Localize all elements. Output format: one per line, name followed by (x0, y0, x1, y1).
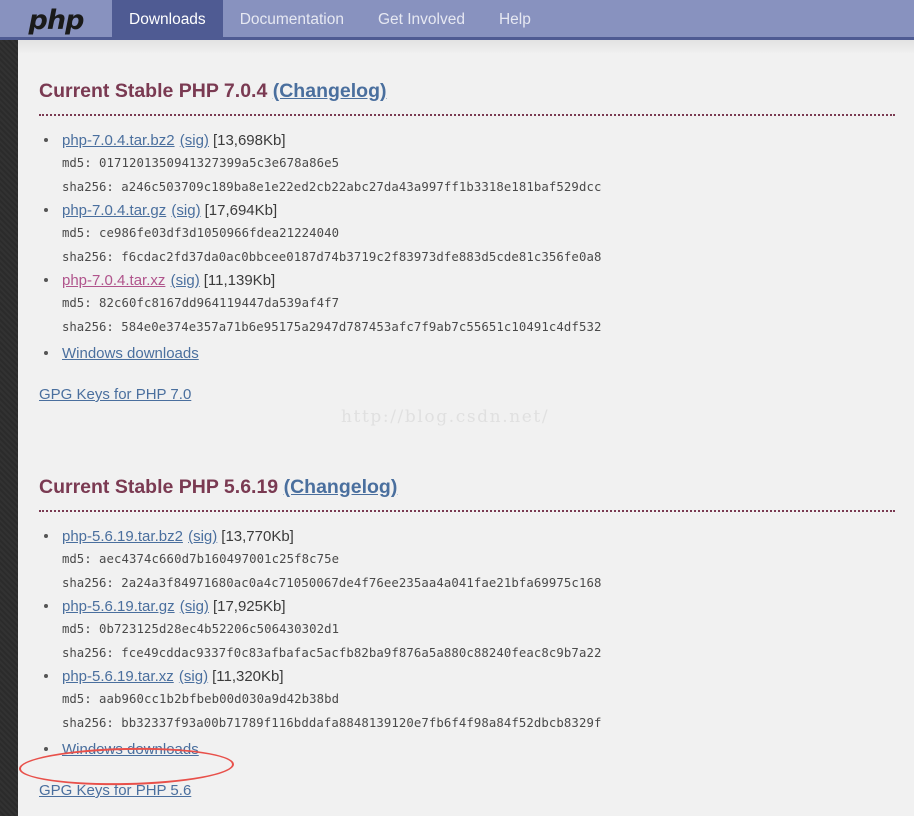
md5-hash-line: md5: ce986fe03df3d1050966fdea21224040 (62, 221, 895, 245)
signature-link-php-5-6-19-tar-xz[interactable]: (sig) (179, 668, 208, 685)
file-line: php-7.0.4.tar.gz (sig) [17,694Kb] (62, 200, 895, 221)
md5-label: md5: (62, 296, 99, 310)
page-content: Current Stable PHP 7.0.4 (Changelog) php… (18, 40, 914, 816)
md5-hash-line: md5: 0b723125d28ec4b52206c506430302d1 (62, 617, 895, 641)
list-item: Windows downloads (39, 343, 895, 364)
php-logo[interactable]: php (0, 0, 112, 40)
section-php-7: Current Stable PHP 7.0.4 (Changelog) php… (39, 80, 895, 404)
md5-label: md5: (62, 622, 99, 636)
sha256-hash-line: sha256: f6cdac2fd37da0ac0bbcee0187d74b37… (62, 245, 895, 269)
heading-text: Current Stable PHP 7.0.4 (39, 80, 273, 102)
md5-hash-line: md5: aab960cc1b2bfbeb00d030a9d42b38bd (62, 687, 895, 711)
md5-label: md5: (62, 692, 99, 706)
file-size: [17,925Kb] (213, 598, 286, 615)
sha256-value: a246c503709c189ba8e1e22ed2cb22abc27da43a… (121, 180, 601, 194)
windows-downloads-link-php-5[interactable]: Windows downloads (62, 741, 199, 758)
nav-tab-downloads[interactable]: Downloads (112, 0, 223, 40)
sha256-value: f6cdac2fd37da0ac0bbcee0187d74b3719c2f839… (121, 250, 601, 264)
download-link-php-5-6-19-tar-xz[interactable]: php-5.6.19.tar.xz (62, 668, 174, 685)
list-item: php-7.0.4.tar.xz (sig)[11,139Kb] md5: 82… (39, 270, 895, 339)
list-item: php-5.6.19.tar.xz (sig)[11,320Kb] md5: a… (39, 666, 895, 735)
file-line: Windows downloads (62, 343, 895, 364)
file-line: php-5.6.19.tar.gz (sig)[17,925Kb] (62, 596, 895, 617)
download-link-php-7-0-4-tar-bz2[interactable]: php-7.0.4.tar.bz2 (62, 132, 175, 149)
sha256-hash-line: sha256: a246c503709c189ba8e1e22ed2cb22ab… (62, 175, 895, 199)
top-navigation-bar: php Downloads Documentation Get Involved… (0, 0, 914, 40)
md5-value: ce986fe03df3d1050966fdea21224040 (99, 226, 339, 240)
md5-hash-line: md5: aec4374c660d7b160497001c25f8c75e (62, 547, 895, 571)
signature-link-php-7-0-4-tar-gz[interactable]: (sig) (171, 202, 200, 219)
file-line: php-5.6.19.tar.xz (sig)[11,320Kb] (62, 666, 895, 687)
section-heading-php-7: Current Stable PHP 7.0.4 (Changelog) (39, 80, 895, 116)
md5-hash-line: md5: 82c60fc8167dd964119447da539af4f7 (62, 291, 895, 315)
md5-value: 0b723125d28ec4b52206c506430302d1 (99, 622, 339, 636)
download-list-php-5: php-5.6.19.tar.bz2 (sig)[13,770Kb] md5: … (39, 526, 895, 760)
file-line: Windows downloads (62, 739, 895, 760)
sha256-hash-line: sha256: 584e0e374e357a71b6e95175a2947d78… (62, 315, 895, 339)
nav-tab-documentation[interactable]: Documentation (223, 0, 361, 40)
list-item: Windows downloads (39, 739, 895, 760)
sha256-label: sha256: (62, 250, 121, 264)
file-line: php-7.0.4.tar.xz (sig)[11,139Kb] (62, 270, 895, 291)
md5-value: aec4374c660d7b160497001c25f8c75e (99, 552, 339, 566)
file-size: [11,320Kb] (212, 668, 283, 685)
md5-label: md5: (62, 226, 99, 240)
md5-hash-line: md5: 0171201350941327399a5c3e678a86e5 (62, 151, 895, 175)
list-item: php-7.0.4.tar.gz (sig) [17,694Kb] md5: ce… (39, 200, 895, 269)
md5-value: aab960cc1b2bfbeb00d030a9d42b38bd (99, 692, 339, 706)
page-top-shadow (18, 40, 914, 54)
sha256-label: sha256: (62, 180, 121, 194)
list-item: php-5.6.19.tar.bz2 (sig)[13,770Kb] md5: … (39, 526, 895, 595)
file-size: [13,770Kb] (221, 528, 294, 545)
sha256-hash-line: sha256: bb32337f93a00b71789f116bddafa884… (62, 711, 895, 735)
md5-label: md5: (62, 552, 99, 566)
section-heading-php-5: Current Stable PHP 5.6.19 (Changelog) (39, 476, 895, 512)
file-line: php-7.0.4.tar.bz2 (sig)[13,698Kb] (62, 130, 895, 151)
changelog-link-php-7[interactable]: (Changelog) (273, 80, 387, 102)
sha256-value: 2a24a3f84971680ac0a4c71050067de4f76ee235… (121, 576, 601, 590)
gpg-keys-link-php-5[interactable]: GPG Keys for PHP 5.6 (39, 782, 191, 799)
gpg-keys-link-php-7[interactable]: GPG Keys for PHP 7.0 (39, 386, 191, 403)
heading-text: Current Stable PHP 5.6.19 (39, 476, 284, 498)
signature-link-php-5-6-19-tar-bz2[interactable]: (sig) (188, 528, 217, 545)
left-edge-gutter (0, 40, 18, 816)
sha256-value: fce49cddac9337f0c83afbafac5acfb82ba9f876… (121, 646, 601, 660)
sha256-label: sha256: (62, 576, 121, 590)
signature-link-php-7-0-4-tar-xz[interactable]: (sig) (171, 272, 200, 289)
sha256-label: sha256: (62, 716, 121, 730)
sha256-label: sha256: (62, 320, 121, 334)
gpg-row-php-5: GPG Keys for PHP 5.6 (39, 782, 895, 800)
download-link-php-7-0-4-tar-xz[interactable]: php-7.0.4.tar.xz (62, 272, 165, 289)
download-link-php-5-6-19-tar-gz[interactable]: php-5.6.19.tar.gz (62, 598, 175, 615)
sha256-hash-line: sha256: 2a24a3f84971680ac0a4c71050067de4… (62, 571, 895, 595)
list-item: php-7.0.4.tar.bz2 (sig)[13,698Kb] md5: 0… (39, 130, 895, 199)
windows-downloads-link-php-7[interactable]: Windows downloads (62, 345, 199, 362)
file-size: [17,694Kb] (205, 202, 278, 219)
file-size: [11,139Kb] (204, 272, 275, 289)
nav-tab-help[interactable]: Help (482, 0, 548, 40)
file-line: php-5.6.19.tar.bz2 (sig)[13,770Kb] (62, 526, 895, 547)
sha256-value: 584e0e374e357a71b6e95175a2947d787453afc7… (121, 320, 601, 334)
list-item: php-5.6.19.tar.gz (sig)[17,925Kb] md5: 0… (39, 596, 895, 665)
download-link-php-5-6-19-tar-bz2[interactable]: php-5.6.19.tar.bz2 (62, 528, 183, 545)
file-size: [13,698Kb] (213, 132, 286, 149)
md5-value: 0171201350941327399a5c3e678a86e5 (99, 156, 339, 170)
sha256-label: sha256: (62, 646, 121, 660)
section-php-5: Current Stable PHP 5.6.19 (Changelog) ph… (39, 476, 895, 800)
nav-tab-get-involved[interactable]: Get Involved (361, 0, 482, 40)
md5-value: 82c60fc8167dd964119447da539af4f7 (99, 296, 339, 310)
download-list-php-7: php-7.0.4.tar.bz2 (sig)[13,698Kb] md5: 0… (39, 130, 895, 364)
sha256-hash-line: sha256: fce49cddac9337f0c83afbafac5acfb8… (62, 641, 895, 665)
changelog-link-php-5[interactable]: (Changelog) (284, 476, 398, 498)
download-link-php-7-0-4-tar-gz[interactable]: php-7.0.4.tar.gz (62, 202, 166, 219)
gpg-row-php-7: GPG Keys for PHP 7.0 (39, 386, 895, 404)
signature-link-php-7-0-4-tar-bz2[interactable]: (sig) (180, 132, 209, 149)
signature-link-php-5-6-19-tar-gz[interactable]: (sig) (180, 598, 209, 615)
md5-label: md5: (62, 156, 99, 170)
sha256-value: bb32337f93a00b71789f116bddafa8848139120e… (121, 716, 601, 730)
watermark-text: http://blog.csdn.net/ (341, 407, 549, 427)
